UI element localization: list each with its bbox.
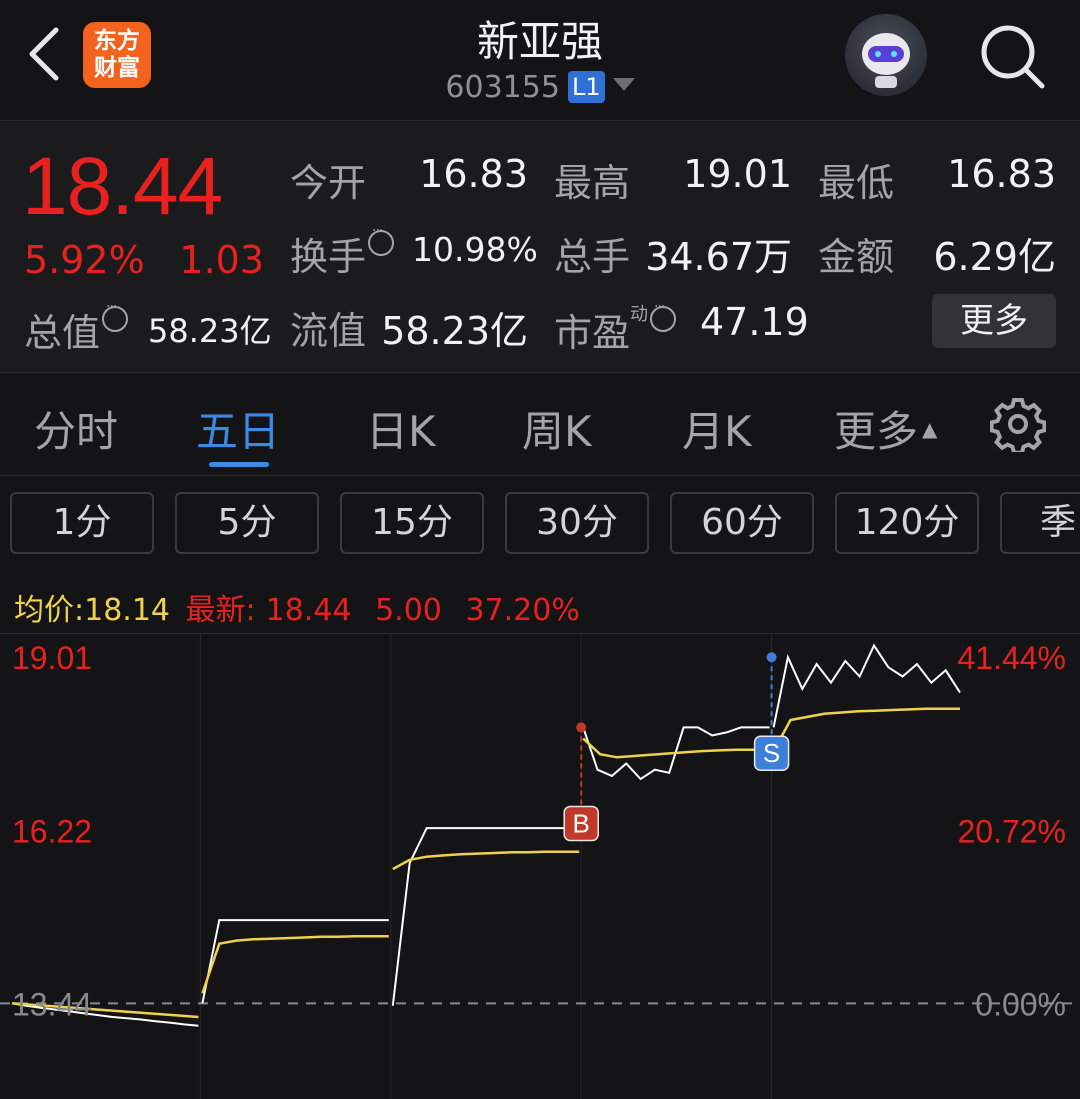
search-button[interactable] — [978, 22, 1048, 92]
latest-pct: 37.20% — [465, 593, 580, 628]
latest-change: 5.00 — [375, 593, 442, 628]
settings-button[interactable] — [989, 396, 1047, 456]
low-label: 最低 — [818, 161, 895, 205]
total-cap-label: 总值 — [24, 311, 101, 355]
y-right-label: 20.72% — [957, 814, 1066, 850]
tab-more-label: 更多 — [834, 407, 919, 456]
search-icon — [981, 25, 1045, 89]
y-left-label: 19.01 — [12, 640, 92, 676]
avg-value: 18.14 — [84, 593, 170, 628]
tab-five-day[interactable]: 五日 — [196, 398, 280, 459]
period-5min[interactable]: 5分 — [175, 492, 319, 554]
info-icon — [650, 299, 677, 332]
info-icon — [102, 299, 129, 332]
total-cap-value: 58.23亿 — [148, 312, 272, 350]
open-value: 16.83 — [419, 152, 528, 196]
period-15min[interactable]: 15分 — [340, 492, 484, 554]
pe-sup: 动 — [630, 304, 649, 325]
avg-label: 均价: — [14, 593, 85, 628]
period-1min[interactable]: 1分 — [10, 492, 154, 554]
series-line-price — [201, 919, 389, 1004]
latest-label: 最新: — [185, 593, 256, 628]
volume-label: 总手 — [554, 235, 631, 279]
float-cap-value: 58.23亿 — [381, 309, 528, 353]
high-value: 19.01 — [683, 152, 792, 196]
tab-monthly-k[interactable]: 月K — [682, 398, 752, 459]
y-right-label: 0.00% — [975, 986, 1066, 1022]
series-line-avg — [392, 850, 580, 871]
change-percent: 5.92% — [24, 238, 145, 282]
period-60min[interactable]: 60分 — [670, 492, 814, 554]
active-tab-indicator — [209, 462, 269, 467]
y-left-label: 13.44 — [12, 986, 92, 1022]
dropdown-triangle-icon — [612, 78, 635, 91]
more-quote-button[interactable]: 更多 — [932, 294, 1056, 348]
low-value: 16.83 — [947, 152, 1056, 196]
amount-label: 金额 — [818, 235, 895, 279]
open-label: 今开 — [290, 161, 367, 205]
turnover-label: 换手 — [290, 235, 367, 279]
turnover-label-group[interactable]: 换手 — [290, 223, 395, 281]
turnover-value: 10.98% — [412, 230, 538, 269]
change-amount: 1.03 — [179, 238, 264, 282]
float-cap-label: 流值 — [290, 309, 367, 353]
total-cap-row[interactable]: 总值 — [24, 299, 129, 357]
five-day-chart[interactable]: B S 19.01 41.44% 16.22 20.72% 13.44 0.00% — [0, 633, 1080, 1099]
tab-divider — [0, 475, 1080, 476]
y-left-label: 16.22 — [12, 814, 92, 850]
chart-info-line: 均价:18.14 最新: 18.44 5.00 37.20% — [14, 585, 580, 629]
volume-value: 34.67万 — [645, 235, 792, 279]
period-30min[interactable]: 30分 — [505, 492, 649, 554]
tab-more[interactable]: 更多 ▲ — [834, 398, 937, 459]
series-line-price — [772, 643, 961, 728]
gear-icon — [989, 398, 1047, 455]
pe-value: 47.19 — [700, 300, 809, 344]
period-120min[interactable]: 120分 — [835, 492, 979, 554]
latest-value: 18.44 — [265, 593, 352, 628]
current-price: 18.44 — [22, 141, 223, 232]
info-icon — [368, 223, 395, 256]
tab-daily-k[interactable]: 日K — [366, 398, 436, 459]
level-badge: L1 — [567, 71, 605, 103]
tab-intraday[interactable]: 分时 — [34, 398, 118, 459]
amount-value: 6.29亿 — [933, 235, 1056, 279]
y-right-label: 41.44% — [957, 640, 1066, 676]
pe-label: 市盈 — [554, 311, 631, 355]
period-quarter[interactable]: 季 — [1000, 492, 1080, 554]
robot-avatar-icon[interactable] — [845, 14, 927, 96]
tab-weekly-k[interactable]: 周K — [522, 398, 592, 459]
series-line-avg — [772, 707, 960, 752]
stock-code: 603155 — [445, 70, 560, 105]
marker-label-B: B — [573, 808, 590, 838]
pe-label-group[interactable]: 市盈动 — [554, 299, 677, 357]
series-line-price — [391, 827, 580, 1006]
triangle-up-icon: ▲ — [922, 417, 938, 441]
series-line-avg — [201, 934, 389, 994]
marker-label-S: S — [763, 738, 780, 768]
high-label: 最高 — [554, 161, 631, 205]
